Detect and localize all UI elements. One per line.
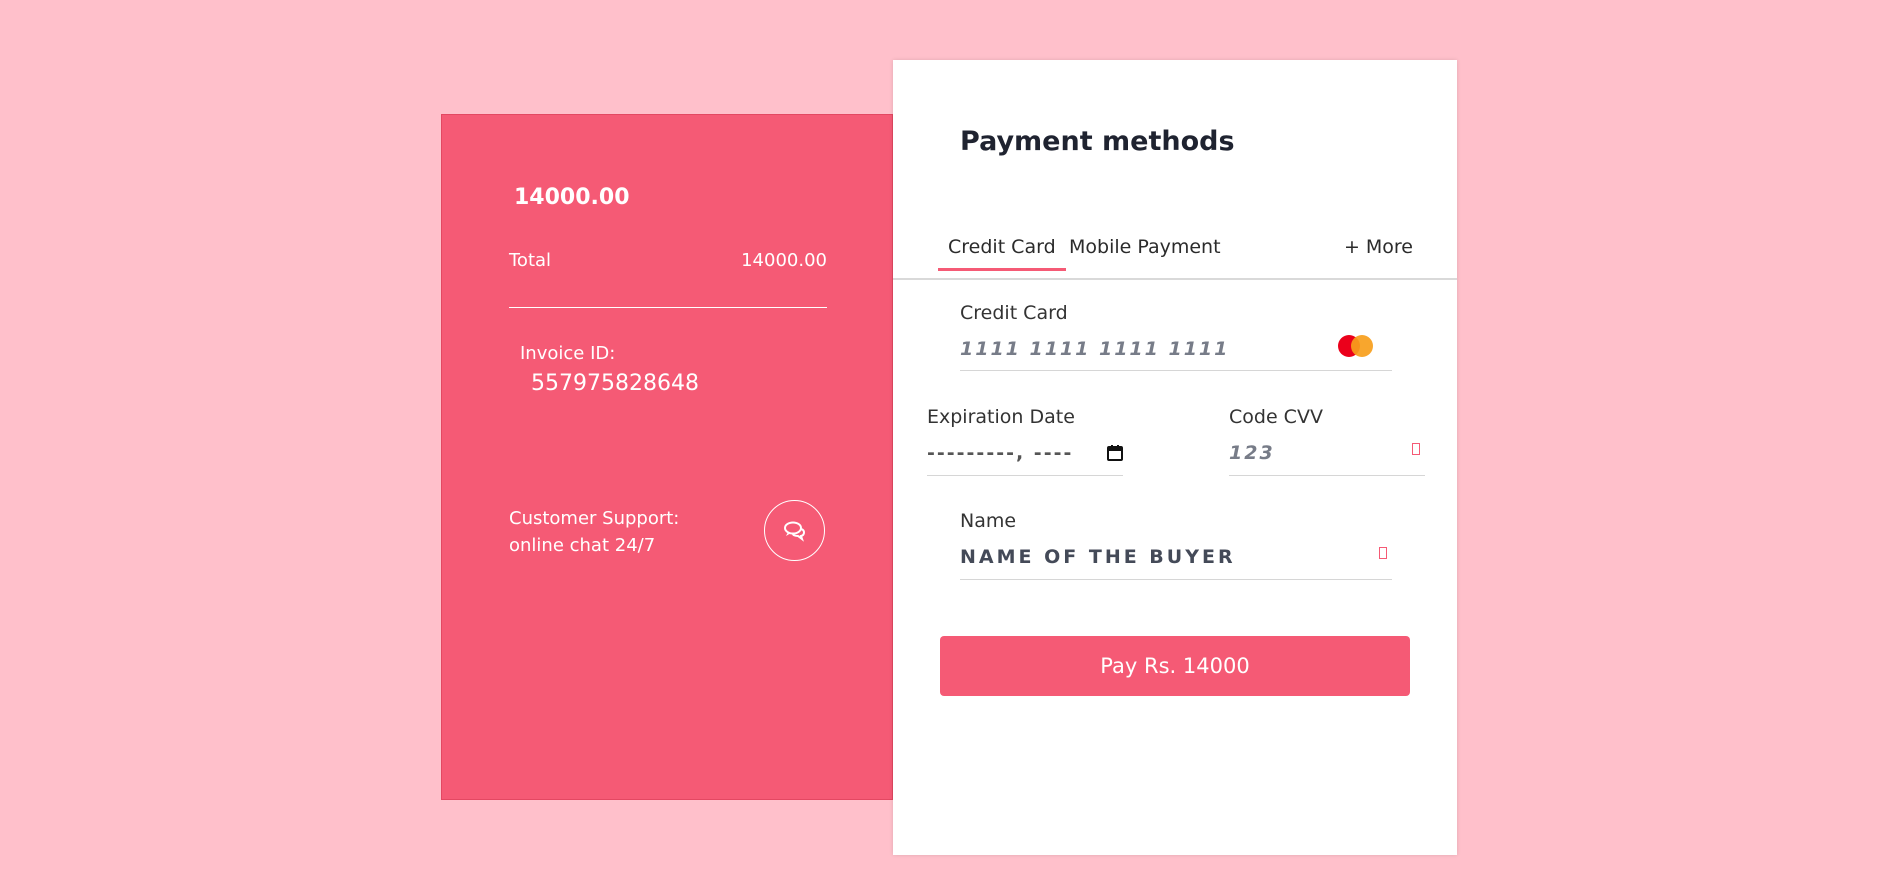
customer-support-text: Customer Support: online chat 24/7	[509, 505, 679, 559]
order-summary-panel: 14000.00 Total 14000.00 Invoice ID: 5579…	[441, 114, 893, 800]
cvv-underline	[1229, 475, 1425, 476]
amount-heading: 14000.00	[514, 185, 630, 210]
tab-mobile-payment[interactable]: Mobile Payment	[1069, 236, 1221, 268]
expiration-date-value: ---------, ----	[927, 442, 1074, 464]
payment-panel: Payment methods Credit Card Mobile Payme…	[893, 60, 1457, 855]
expiration-label: Expiration Date	[927, 406, 1075, 428]
invoice-id: 557975828648	[531, 371, 699, 396]
card-number-label: Credit Card	[960, 302, 1068, 324]
support-line-1: Customer Support:	[509, 508, 680, 529]
card-number-input[interactable]	[960, 336, 1320, 362]
payment-tabs: Credit Card Mobile Payment + More	[893, 236, 1457, 280]
name-label: Name	[960, 510, 1017, 532]
tab-credit-card[interactable]: Credit Card	[938, 236, 1066, 271]
expiration-underline	[927, 475, 1123, 476]
cvv-input[interactable]	[1229, 440, 1389, 466]
page-title: Payment methods	[960, 126, 1235, 157]
total-value: 14000.00	[741, 250, 827, 271]
support-line-2: online chat 24/7	[509, 535, 656, 556]
pay-button[interactable]: Pay Rs. 14000	[940, 636, 1410, 696]
cvv-label: Code CVV	[1229, 406, 1323, 428]
chat-bubbles-icon	[783, 521, 805, 542]
invoice-label: Invoice ID:	[520, 343, 616, 364]
chat-button[interactable]	[764, 500, 825, 561]
total-label: Total	[509, 250, 552, 271]
summary-divider	[509, 307, 827, 308]
name-info-icon	[1379, 547, 1387, 559]
cvv-info-icon	[1412, 443, 1420, 455]
total-row: Total 14000.00	[509, 250, 827, 271]
mastercard-icon	[1338, 334, 1376, 358]
name-input[interactable]	[960, 544, 1350, 570]
expiration-date-input[interactable]: ---------, ----	[927, 440, 1123, 466]
name-underline	[960, 579, 1392, 580]
tab-more[interactable]: + More	[1344, 236, 1413, 268]
calendar-icon[interactable]	[1107, 445, 1123, 461]
card-number-underline	[960, 370, 1392, 371]
